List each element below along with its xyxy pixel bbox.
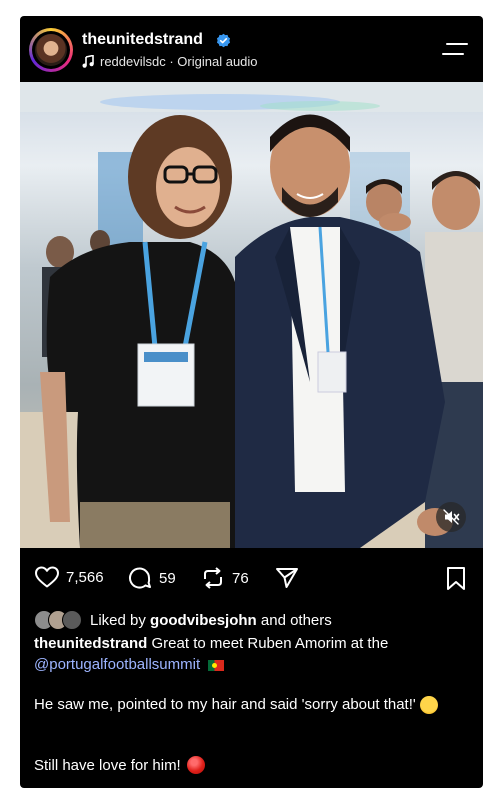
red-circle-emoji-icon	[186, 756, 205, 774]
username[interactable]: theunitedstrand	[82, 31, 203, 49]
liked-by-text: Liked by goodvibesjohn and others	[90, 611, 332, 629]
liker-username[interactable]: goodvibesjohn	[150, 612, 257, 629]
save-button[interactable]	[444, 566, 468, 597]
repost-icon	[204, 567, 222, 589]
action-bar: 7,566 59 76	[20, 561, 483, 595]
send-icon	[276, 568, 298, 588]
like-button[interactable]: 7,566	[34, 565, 104, 589]
repost-button[interactable]: 76	[200, 565, 249, 591]
mute-button[interactable]	[436, 502, 466, 532]
comment-button[interactable]: 59	[127, 565, 176, 591]
avatar-image	[35, 34, 67, 66]
comment-icon	[129, 567, 151, 589]
post-header: theunitedstrand reddevilsdc · Original a…	[20, 16, 483, 86]
reposts-count: 76	[232, 569, 249, 587]
liker-avatar	[62, 610, 82, 630]
audio-text: reddevilsdc · Original audio	[100, 54, 258, 69]
caption-paragraph-last: Still have love for him!	[34, 756, 205, 774]
laughing-emoji-icon	[419, 696, 438, 715]
post-photo[interactable]	[20, 82, 483, 548]
heart-icon	[35, 566, 59, 588]
caption-author[interactable]: theunitedstrand	[34, 635, 147, 652]
avatar[interactable]	[29, 28, 73, 72]
caption: theunitedstrand Great to meet Ruben Amor…	[34, 633, 469, 675]
caption-text: Great to meet Ruben Amorim at the	[147, 635, 389, 652]
comments-count: 59	[159, 569, 176, 587]
instagram-post-card: theunitedstrand reddevilsdc · Original a…	[20, 16, 483, 788]
photo-illustration	[20, 82, 483, 548]
music-note-icon	[82, 55, 94, 68]
menu-icon[interactable]	[442, 39, 468, 59]
share-button[interactable]	[274, 565, 300, 591]
verified-badge-icon	[216, 33, 231, 48]
liked-by-row[interactable]: Liked by goodvibesjohn and others	[34, 609, 332, 631]
mention-link[interactable]: @portugalfootballsummit	[34, 656, 200, 673]
portugal-flag-icon	[208, 659, 225, 671]
bookmark-icon	[447, 567, 465, 590]
caption-paragraph: He saw me, pointed to my hair and said '…	[34, 694, 464, 715]
likes-count: 7,566	[66, 568, 104, 586]
audio-attribution[interactable]: reddevilsdc · Original audio	[82, 54, 258, 69]
speaker-muted-icon	[443, 509, 460, 525]
